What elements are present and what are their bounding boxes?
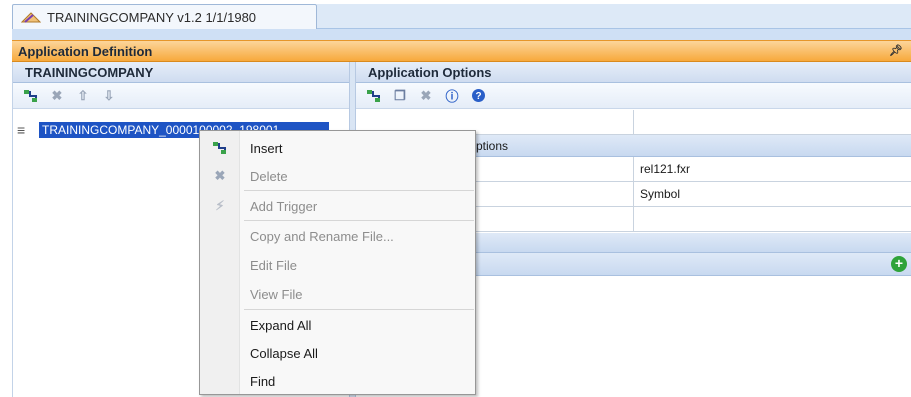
menu-item-collapse-all[interactable]: Collapse All: [200, 339, 475, 367]
menu-item-copy-rename[interactable]: Copy and Rename File...: [200, 222, 475, 250]
left-panel-title: TRAININGCOMPANY: [13, 62, 349, 83]
delete-icon[interactable]: ✖: [49, 88, 65, 104]
app-icon: [21, 12, 41, 23]
menu-separator: [244, 309, 474, 310]
option-value[interactable]: [634, 207, 911, 232]
menu-item-label: View File: [250, 286, 303, 302]
menu-item-delete[interactable]: ✖ Delete: [200, 162, 475, 190]
move-up-icon[interactable]: ⇧: [75, 88, 91, 104]
menu-item-label: Add Trigger: [250, 198, 318, 214]
delete-icon: ✖: [214, 168, 226, 183]
menu-item-label: Collapse All: [250, 345, 318, 361]
menu-item-expand-all[interactable]: Expand All: [200, 311, 475, 339]
menu-item-label: Insert: [250, 140, 283, 156]
grid-cell: [634, 110, 911, 135]
option-value[interactable]: Symbol: [634, 182, 911, 207]
tabstrip-background: [317, 4, 911, 29]
info-icon[interactable]: ⓘ: [444, 88, 460, 104]
menu-item-insert[interactable]: Insert: [200, 134, 475, 162]
lightning-icon: ⚡︎: [215, 198, 225, 213]
tab-application[interactable]: TRAININGCOMPANY v1.2 1/1/1980: [12, 4, 317, 29]
menu-item-find[interactable]: Find: [200, 367, 475, 395]
document-tabstrip: TRAININGCOMPANY v1.2 1/1/1980: [0, 0, 911, 40]
tabstrip-bottom-bar: [12, 28, 911, 40]
tab-title: TRAININGCOMPANY v1.2 1/1/1980: [47, 9, 257, 25]
insert-icon: [212, 140, 228, 156]
help-icon[interactable]: ?: [470, 88, 486, 104]
application-definition-header: Application Definition 📌︎: [12, 40, 911, 62]
add-icon[interactable]: +: [891, 256, 907, 272]
menu-item-label: Delete: [250, 168, 288, 184]
tree-node-icon: ≡: [17, 122, 26, 138]
right-toolbar: ❐ ✖ ⓘ ?: [356, 83, 911, 109]
menu-separator: [244, 220, 474, 221]
right-panel-title: Application Options: [356, 62, 911, 83]
section-label: ptions: [476, 139, 509, 153]
menu-item-edit-file[interactable]: Edit File: [200, 251, 475, 279]
menu-item-label: Edit File: [250, 257, 297, 273]
menu-item-view-file[interactable]: View File: [200, 280, 475, 308]
menu-item-label: Expand All: [250, 317, 312, 333]
menu-separator: [244, 190, 474, 191]
context-menu: Insert ✖ Delete ⚡︎ Add Trigger Copy and …: [199, 130, 476, 395]
copy-icon[interactable]: ❐: [392, 88, 408, 104]
option-value[interactable]: rel121.fxr: [634, 157, 911, 182]
insert-icon[interactable]: [366, 88, 382, 104]
menu-item-label: Find: [250, 373, 276, 389]
menu-item-label: Copy and Rename File...: [250, 228, 394, 244]
delete-icon[interactable]: ✖: [418, 88, 434, 104]
header-title: Application Definition: [18, 43, 153, 59]
left-toolbar: ✖ ⇧ ⇩: [13, 83, 349, 109]
svg-text:?: ?: [475, 91, 481, 102]
pin-icon[interactable]: 📌︎: [889, 44, 903, 57]
insert-icon[interactable]: [23, 88, 39, 104]
menu-item-add-trigger[interactable]: ⚡︎ Add Trigger: [200, 192, 475, 220]
move-down-icon[interactable]: ⇩: [101, 88, 117, 104]
